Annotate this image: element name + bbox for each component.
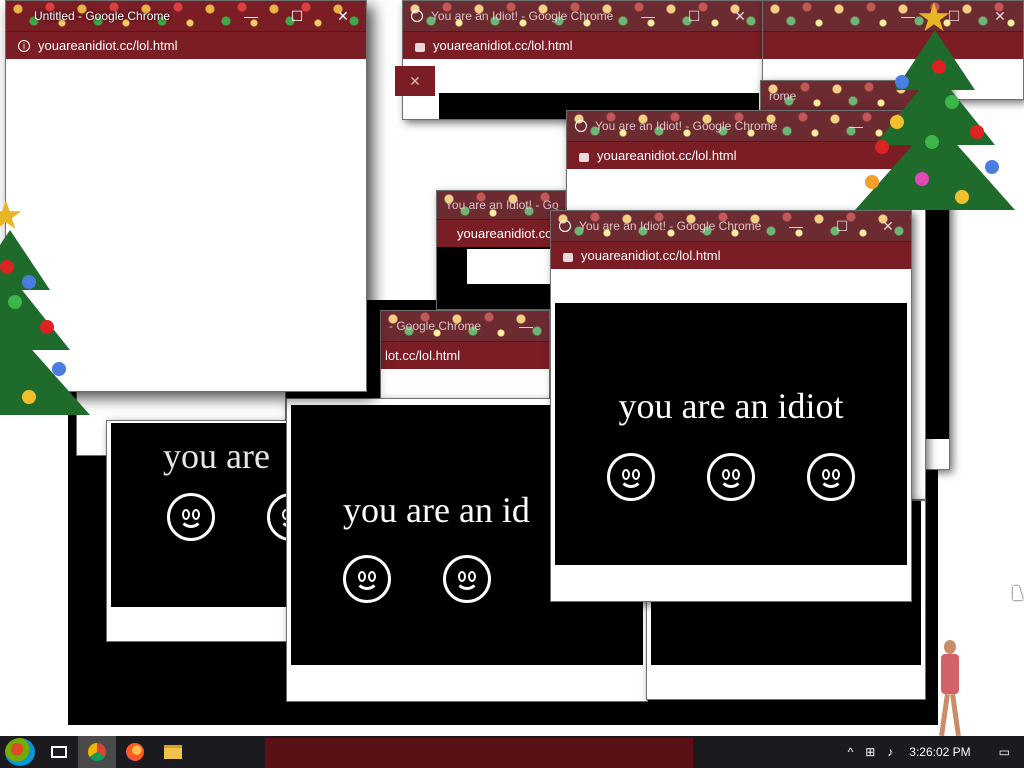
- maximize-button[interactable]: ☐: [274, 1, 320, 31]
- lock-icon: [415, 43, 425, 52]
- close-button[interactable]: ✕: [320, 1, 366, 31]
- smiley-row: [555, 453, 907, 501]
- christmas-tree-icon: ★: [850, 0, 1020, 235]
- titlebar[interactable]: You are an Idiot! - Go: [437, 191, 565, 219]
- smiley-favicon-icon: [411, 10, 423, 22]
- system-tray: ^ ⊞ ♪ 3:26:02 PM ▭: [842, 736, 1024, 768]
- idiot-window-front[interactable]: You are an Idiot! - Google Chrome — ☐ ✕ yo…: [550, 210, 912, 602]
- window-title: You are an Idiot! - Go: [445, 198, 559, 212]
- window-title: You are an Idiot! - Google Chrome: [431, 9, 614, 23]
- smiley-icon: [807, 453, 855, 501]
- address-bar[interactable]: youareanidiot.cc/lol.html: [551, 241, 911, 269]
- folder-icon[interactable]: [154, 736, 192, 768]
- smiley-icon: [707, 453, 755, 501]
- firefox-icon[interactable]: [116, 736, 154, 768]
- address-bar[interactable]: youareanidiot.cc/lol.html: [403, 31, 763, 59]
- close-icon: ✕: [409, 72, 421, 89]
- chrome-window-back-top[interactable]: You are an Idiot! - Google Chrome — ☐ ✕ yo…: [402, 0, 764, 120]
- idiot-message: you are: [163, 436, 270, 476]
- close-button-fragment[interactable]: ✕: [395, 66, 435, 96]
- window-title: You are an Idiot! - Google Chrome: [595, 119, 778, 133]
- notifications-icon[interactable]: ▭: [985, 745, 1024, 759]
- smiley-favicon-icon: [559, 220, 571, 232]
- taskbar: ^ ⊞ ♪ 3:26:02 PM ▭: [0, 736, 1024, 768]
- window-title: Untitled - Google Chrome: [34, 9, 171, 23]
- chrome-window-left-mid[interactable]: you are: [106, 420, 296, 642]
- address-bar[interactable]: youareanidiot.cc/lol.html: [437, 219, 565, 247]
- volume-icon[interactable]: ♪: [881, 745, 899, 759]
- christmas-tree-icon: ★: [0, 196, 90, 435]
- smiley-favicon-icon: [575, 120, 587, 132]
- page-black-area: you are: [111, 423, 295, 607]
- minimize-button[interactable]: —: [228, 1, 274, 31]
- chrome-window-mid-2[interactable]: You are an Idiot! - Go youareanidiot.cc/…: [436, 190, 566, 310]
- window-title: - Google Chrome: [389, 319, 482, 333]
- windows-start-icon[interactable]: [0, 736, 40, 768]
- lock-icon: [579, 153, 589, 162]
- minimize-button[interactable]: —: [625, 1, 671, 31]
- chrome-window-center-back[interactable]: - Google Chrome — lot.cc/lol.html: [380, 310, 550, 400]
- dancing-figure: [930, 640, 970, 738]
- page-black-area: you are an idiot: [555, 303, 907, 565]
- window-title: rome: [769, 89, 797, 103]
- smiley-icon: [607, 453, 655, 501]
- tray-chevron-icon[interactable]: ^: [842, 745, 860, 759]
- idiot-message: you are an id: [343, 490, 530, 530]
- lock-icon: [563, 253, 573, 262]
- url-text: youareanidiot.cc/lol.html: [581, 248, 721, 263]
- taskbar-app-band: [265, 738, 693, 768]
- idiot-message: you are an idiot: [618, 386, 844, 426]
- close-button[interactable]: ✕: [717, 1, 763, 31]
- clock[interactable]: 3:26:02 PM: [899, 745, 984, 759]
- network-icon[interactable]: ⊞: [859, 745, 881, 759]
- url-text: youareanidiot.cc/lol.html: [38, 38, 178, 53]
- url-text: youareanidiot.cc/lol.html: [433, 38, 573, 53]
- smiley-icon: [343, 555, 391, 603]
- url-text: lot.cc/lol.html: [385, 348, 461, 363]
- info-icon: i: [18, 39, 30, 52]
- maximize-button[interactable]: ☐: [671, 1, 717, 31]
- smiley-icon: [167, 493, 215, 541]
- mouse-cursor: [1013, 586, 1023, 600]
- url-text: youareanidiot.cc/lol.html: [597, 148, 737, 163]
- titlebar[interactable]: - Google Chrome —: [381, 311, 549, 341]
- window-title: You are an Idiot! - Google Chrome: [579, 219, 762, 233]
- address-bar[interactable]: lot.cc/lol.html: [381, 341, 549, 369]
- address-bar[interactable]: i youareanidiot.cc/lol.html: [6, 31, 366, 59]
- minimize-button[interactable]: —: [503, 311, 549, 341]
- titlebar[interactable]: Untitled - Google Chrome — ☐ ✕: [6, 1, 366, 31]
- minimize-button[interactable]: —: [773, 211, 819, 241]
- page-content: you are an idiot: [551, 269, 911, 601]
- smiley-icon: [443, 555, 491, 603]
- task-view-icon[interactable]: [40, 736, 78, 768]
- titlebar[interactable]: You are an Idiot! - Google Chrome — ☐ ✕: [403, 1, 763, 31]
- chrome-icon[interactable]: [78, 736, 116, 768]
